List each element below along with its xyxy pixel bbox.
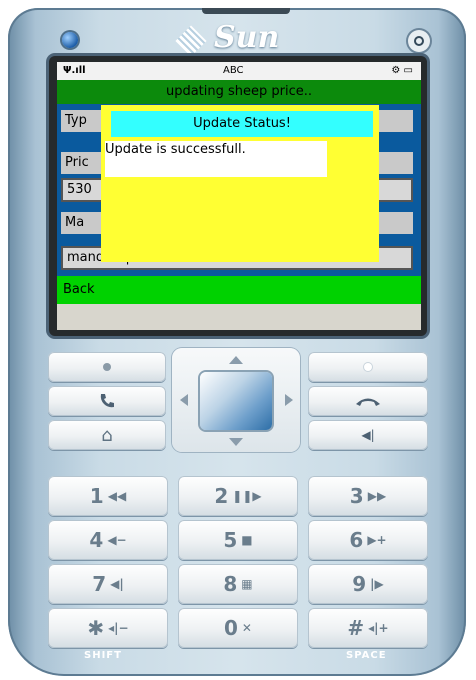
volume-down-icon: ◂|− bbox=[108, 621, 129, 635]
sun-logo: Sun microsystems bbox=[175, 20, 320, 61]
key-0[interactable]: 0 ✕ bbox=[178, 608, 298, 648]
key-digit: 8 bbox=[223, 572, 238, 596]
rewind-icon: ◀◀ bbox=[107, 489, 127, 503]
key-digit: 0 bbox=[224, 616, 238, 640]
key-5[interactable]: 5 ■ bbox=[178, 520, 298, 560]
alert-message: Update is successfull. bbox=[105, 141, 327, 177]
shift-label: SHIFT bbox=[84, 650, 122, 661]
right-soft-key[interactable] bbox=[308, 352, 428, 382]
key-2[interactable]: 2 ❚❚▶ bbox=[178, 476, 298, 516]
phone-call-icon bbox=[100, 394, 114, 408]
key-digit: 5 bbox=[223, 528, 238, 552]
end-call-key[interactable] bbox=[308, 386, 428, 416]
dot-icon bbox=[103, 363, 111, 371]
call-key[interactable] bbox=[48, 386, 166, 416]
key-digit: 7 bbox=[92, 572, 107, 596]
next-icon: |▶ bbox=[370, 577, 384, 591]
clear-key[interactable]: ◀| bbox=[308, 420, 428, 450]
sun-diamond-icon bbox=[175, 25, 207, 57]
phone-screen: Ψ.ıll ABC ⚙ ▭ updating sheep price.. Typ… bbox=[57, 62, 421, 330]
screen-title: updating sheep price.. bbox=[57, 80, 421, 104]
key-digit: 4 bbox=[89, 528, 104, 552]
previous-icon: ◀| bbox=[110, 577, 124, 591]
key-3[interactable]: 3 ▶▶ bbox=[308, 476, 428, 516]
key-digit: 3 bbox=[349, 484, 364, 508]
play-pause-icon: ❚❚▶ bbox=[232, 489, 262, 503]
key-hash[interactable]: # ◂|+ bbox=[308, 608, 428, 648]
key-1[interactable]: 1 ◀◀ bbox=[48, 476, 168, 516]
stop-icon: ■ bbox=[241, 533, 253, 547]
alert-dialog: Update Status! Update is successfull. bbox=[101, 105, 379, 262]
dpad-left-icon[interactable] bbox=[180, 394, 188, 406]
back-command[interactable]: Back bbox=[57, 276, 421, 304]
dpad-right-icon[interactable] bbox=[285, 394, 293, 406]
space-label: SPACE bbox=[346, 650, 387, 661]
key-digit: 6 bbox=[349, 528, 364, 552]
key-digit: # bbox=[347, 616, 365, 640]
key-digit: 1 bbox=[89, 484, 104, 508]
key-digit: 2 bbox=[214, 484, 229, 508]
seek-forward-icon: ▶+ bbox=[367, 533, 387, 547]
key-6[interactable]: 6 ▶+ bbox=[308, 520, 428, 560]
home-icon: ⌂ bbox=[101, 424, 113, 446]
volume-up-icon: ◂|+ bbox=[368, 621, 389, 635]
led-indicator bbox=[62, 32, 78, 48]
fast-forward-icon: ▶▶ bbox=[367, 489, 387, 503]
key-digit: ✱ bbox=[87, 616, 105, 640]
phone-end-icon bbox=[356, 398, 380, 406]
alert-title: Update Status! bbox=[111, 111, 373, 137]
key-7[interactable]: 7 ◀| bbox=[48, 564, 168, 604]
key-8[interactable]: 8 ▦ bbox=[178, 564, 298, 604]
key-9[interactable]: 9 |▶ bbox=[308, 564, 428, 604]
status-bar: Ψ.ıll ABC ⚙ ▭ bbox=[57, 62, 421, 80]
dpad-down-icon[interactable] bbox=[229, 438, 243, 446]
left-soft-key[interactable] bbox=[48, 352, 166, 382]
mute-icon: ✕ bbox=[241, 621, 252, 635]
home-key[interactable]: ⌂ bbox=[48, 420, 166, 450]
key-star[interactable]: ✱ ◂|− bbox=[48, 608, 168, 648]
grid-icon: ▦ bbox=[241, 577, 253, 591]
seek-back-icon: ◀− bbox=[107, 533, 127, 547]
dot-icon bbox=[364, 363, 372, 371]
key-digit: 9 bbox=[352, 572, 367, 596]
dpad-select-button[interactable] bbox=[200, 372, 272, 430]
signal-strength-icon: Ψ.ıll bbox=[63, 65, 86, 76]
network-name: ABC bbox=[223, 65, 244, 76]
battery-icon: ⚙ ▭ bbox=[391, 65, 413, 76]
speaker-grille bbox=[202, 8, 290, 14]
key-4[interactable]: 4 ◀− bbox=[48, 520, 168, 560]
backspace-icon: ◀| bbox=[361, 428, 375, 442]
power-button[interactable] bbox=[408, 30, 430, 52]
brand-name: Sun bbox=[214, 20, 280, 55]
dpad-up-icon[interactable] bbox=[229, 356, 243, 364]
